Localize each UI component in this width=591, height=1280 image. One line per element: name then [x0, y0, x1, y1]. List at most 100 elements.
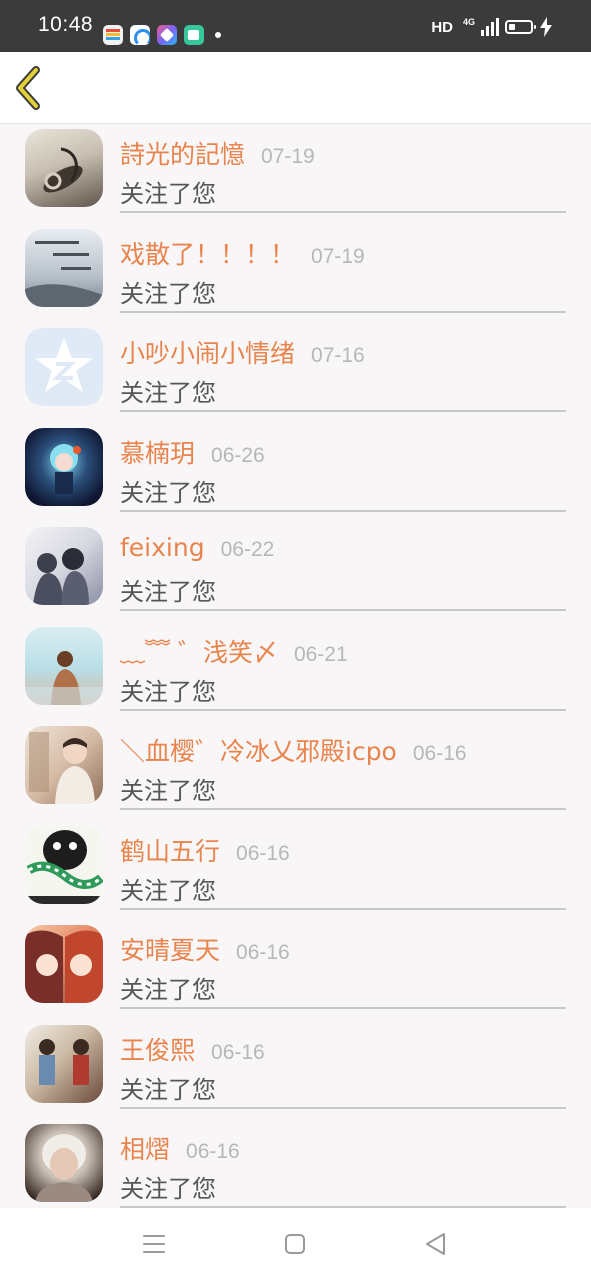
item-body: 小吵小闹小情绪 07-16 关注了您 [120, 324, 566, 412]
recent-apps-button[interactable] [137, 1228, 171, 1260]
user-name[interactable]: feixing [120, 533, 205, 562]
follow-date: 06-16 [211, 1040, 265, 1064]
item-title: 詩光的記憶 07-19 [120, 135, 315, 169]
item-title: 安晴夏天 06-16 [120, 931, 290, 965]
item-body: 慕楠玥 06-26 关注了您 [120, 424, 566, 512]
item-title: 鹤山五行 06-16 [120, 832, 290, 866]
avatar[interactable] [25, 925, 103, 1003]
list-item[interactable]: 戏散了！！！！ 07-19 关注了您 [0, 225, 591, 325]
item-body: 安晴夏天 06-16 关注了您 [120, 921, 566, 1009]
item-body: 王俊熙 06-16 关注了您 [120, 1021, 566, 1109]
list-item[interactable]: ＼血樱゛冷冰乂邪殿icpo 06-16 关注了您 [0, 722, 591, 822]
list-item[interactable]: 安晴夏天 06-16 关注了您 [0, 921, 591, 1021]
back-button[interactable] [12, 64, 52, 112]
follow-date: 06-16 [412, 742, 467, 765]
item-body: ＼血樱゛冷冰乂邪殿icpo 06-16 关注了您 [120, 722, 566, 810]
item-title: ＼血樱゛冷冰乂邪殿icpo 06-16 [120, 732, 467, 766]
follow-date: 07-16 [311, 344, 365, 367]
battery-icon [505, 20, 536, 34]
avatar[interactable] [25, 328, 103, 406]
follow-action-text: 关注了您 [120, 379, 216, 407]
back-triangle-icon [426, 1233, 445, 1255]
follow-action-text: 关注了您 [120, 976, 216, 1004]
user-name[interactable]: 王俊熙 [120, 1031, 195, 1067]
user-name[interactable]: 慕楠玥 [120, 434, 195, 470]
follow-action-text: 关注了您 [120, 777, 216, 805]
chevron-left-icon [16, 66, 40, 110]
item-title: 小吵小闹小情绪 07-16 [120, 334, 365, 368]
list-item[interactable]: feixing 06-22 关注了您 [0, 523, 591, 623]
follow-action-text: 关注了您 [120, 677, 216, 706]
item-body: ﹏﹌ ゛浅笑〆 06-21 关注了您 [120, 623, 566, 711]
avatar[interactable] [25, 1024, 103, 1103]
follow-date: 06-16 [236, 841, 290, 865]
item-title: 王俊熙 06-16 [120, 1031, 265, 1065]
follow-date: 06-22 [220, 538, 275, 561]
follower-list: 詩光的記憶 07-19 关注了您 戏散了！！！！ 07-19 关注了您 小吵小闹… [0, 125, 591, 1220]
avatar[interactable] [25, 527, 103, 605]
menu-icon [143, 1235, 165, 1253]
avatar[interactable] [25, 1124, 103, 1202]
item-title: 慕楠玥 06-26 [120, 434, 265, 468]
follow-date: 06-26 [211, 443, 265, 467]
follow-action-text: 关注了您 [120, 279, 216, 308]
more-notifications-dot-icon [215, 32, 221, 38]
home-square-icon [285, 1234, 305, 1254]
item-title: ﹏﹌ ゛浅笑〆 06-21 [120, 633, 348, 667]
wallet-app-icon [103, 25, 123, 45]
charging-bolt-icon [540, 17, 552, 37]
follow-date: 06-16 [186, 1140, 240, 1163]
follow-action-text: 关注了您 [120, 1175, 216, 1203]
avatar[interactable] [25, 626, 103, 705]
avatar[interactable] [25, 825, 103, 904]
system-back-button[interactable] [419, 1228, 453, 1260]
list-item[interactable]: 慕楠玥 06-26 关注了您 [0, 424, 591, 524]
follow-date: 06-21 [293, 642, 348, 666]
screen: 10:48 HD 4G 詩光的記憶 07-19 关注了您 戏散了！！！！ 07-… [0, 0, 591, 1280]
list-item[interactable]: ﹏﹌ ゛浅笑〆 06-21 关注了您 [0, 623, 591, 723]
user-name[interactable]: ＼血樱゛冷冰乂邪殿icpo [120, 732, 397, 768]
follow-action-text: 关注了您 [120, 478, 216, 507]
app-header [0, 52, 591, 124]
item-body: feixing 06-22 关注了您 [120, 523, 566, 611]
user-name[interactable]: ﹏﹌ ゛浅笑〆 [120, 633, 278, 669]
status-indicators: HD 4G [431, 14, 553, 40]
cellular-signal-icon: 4G [463, 17, 499, 37]
item-title: 戏散了！！！！ 07-19 [120, 235, 365, 269]
avatar[interactable] [25, 427, 103, 506]
network-type-label: 4G [463, 17, 476, 27]
list-item[interactable]: 詩光的記憶 07-19 关注了您 [0, 125, 591, 225]
item-title: feixing 06-22 [120, 533, 274, 567]
list-item[interactable]: 小吵小闹小情绪 07-16 关注了您 [0, 324, 591, 424]
user-name[interactable]: 詩光的記憶 [120, 135, 245, 171]
user-name[interactable]: 相熠 [120, 1130, 170, 1166]
user-name[interactable]: 小吵小闹小情绪 [120, 334, 295, 370]
status-time: 10:48 [38, 13, 94, 36]
system-nav-bar [0, 1208, 591, 1280]
user-name[interactable]: 安晴夏天 [120, 931, 220, 967]
list-item[interactable]: 鹤山五行 06-16 关注了您 [0, 822, 591, 922]
item-title: 相熠 06-16 [120, 1130, 240, 1164]
messages-app-icon [184, 25, 204, 45]
item-body: 相熠 06-16 关注了您 [120, 1120, 566, 1208]
hd-indicator: HD [431, 18, 453, 36]
gallery-app-icon [157, 25, 177, 45]
follow-date: 07-19 [311, 244, 365, 268]
home-button[interactable] [278, 1228, 312, 1260]
follow-date: 07-19 [261, 145, 315, 168]
avatar[interactable] [25, 726, 103, 804]
follow-action-text: 关注了您 [120, 876, 216, 905]
user-name[interactable]: 鹤山五行 [120, 832, 220, 868]
status-bar: 10:48 HD 4G [0, 0, 591, 52]
list-item[interactable]: 相熠 06-16 关注了您 [0, 1120, 591, 1220]
user-name[interactable]: 戏散了！！！！ [120, 235, 295, 271]
follow-action-text: 关注了您 [120, 180, 216, 208]
browser-app-icon [130, 25, 150, 45]
item-body: 戏散了！！！！ 07-19 关注了您 [120, 225, 566, 313]
avatar[interactable] [25, 129, 103, 207]
follow-date: 06-16 [236, 941, 290, 964]
avatar[interactable] [25, 228, 103, 307]
follow-action-text: 关注了您 [120, 1075, 216, 1104]
list-item[interactable]: 王俊熙 06-16 关注了您 [0, 1021, 591, 1121]
notification-icons [103, 24, 221, 46]
